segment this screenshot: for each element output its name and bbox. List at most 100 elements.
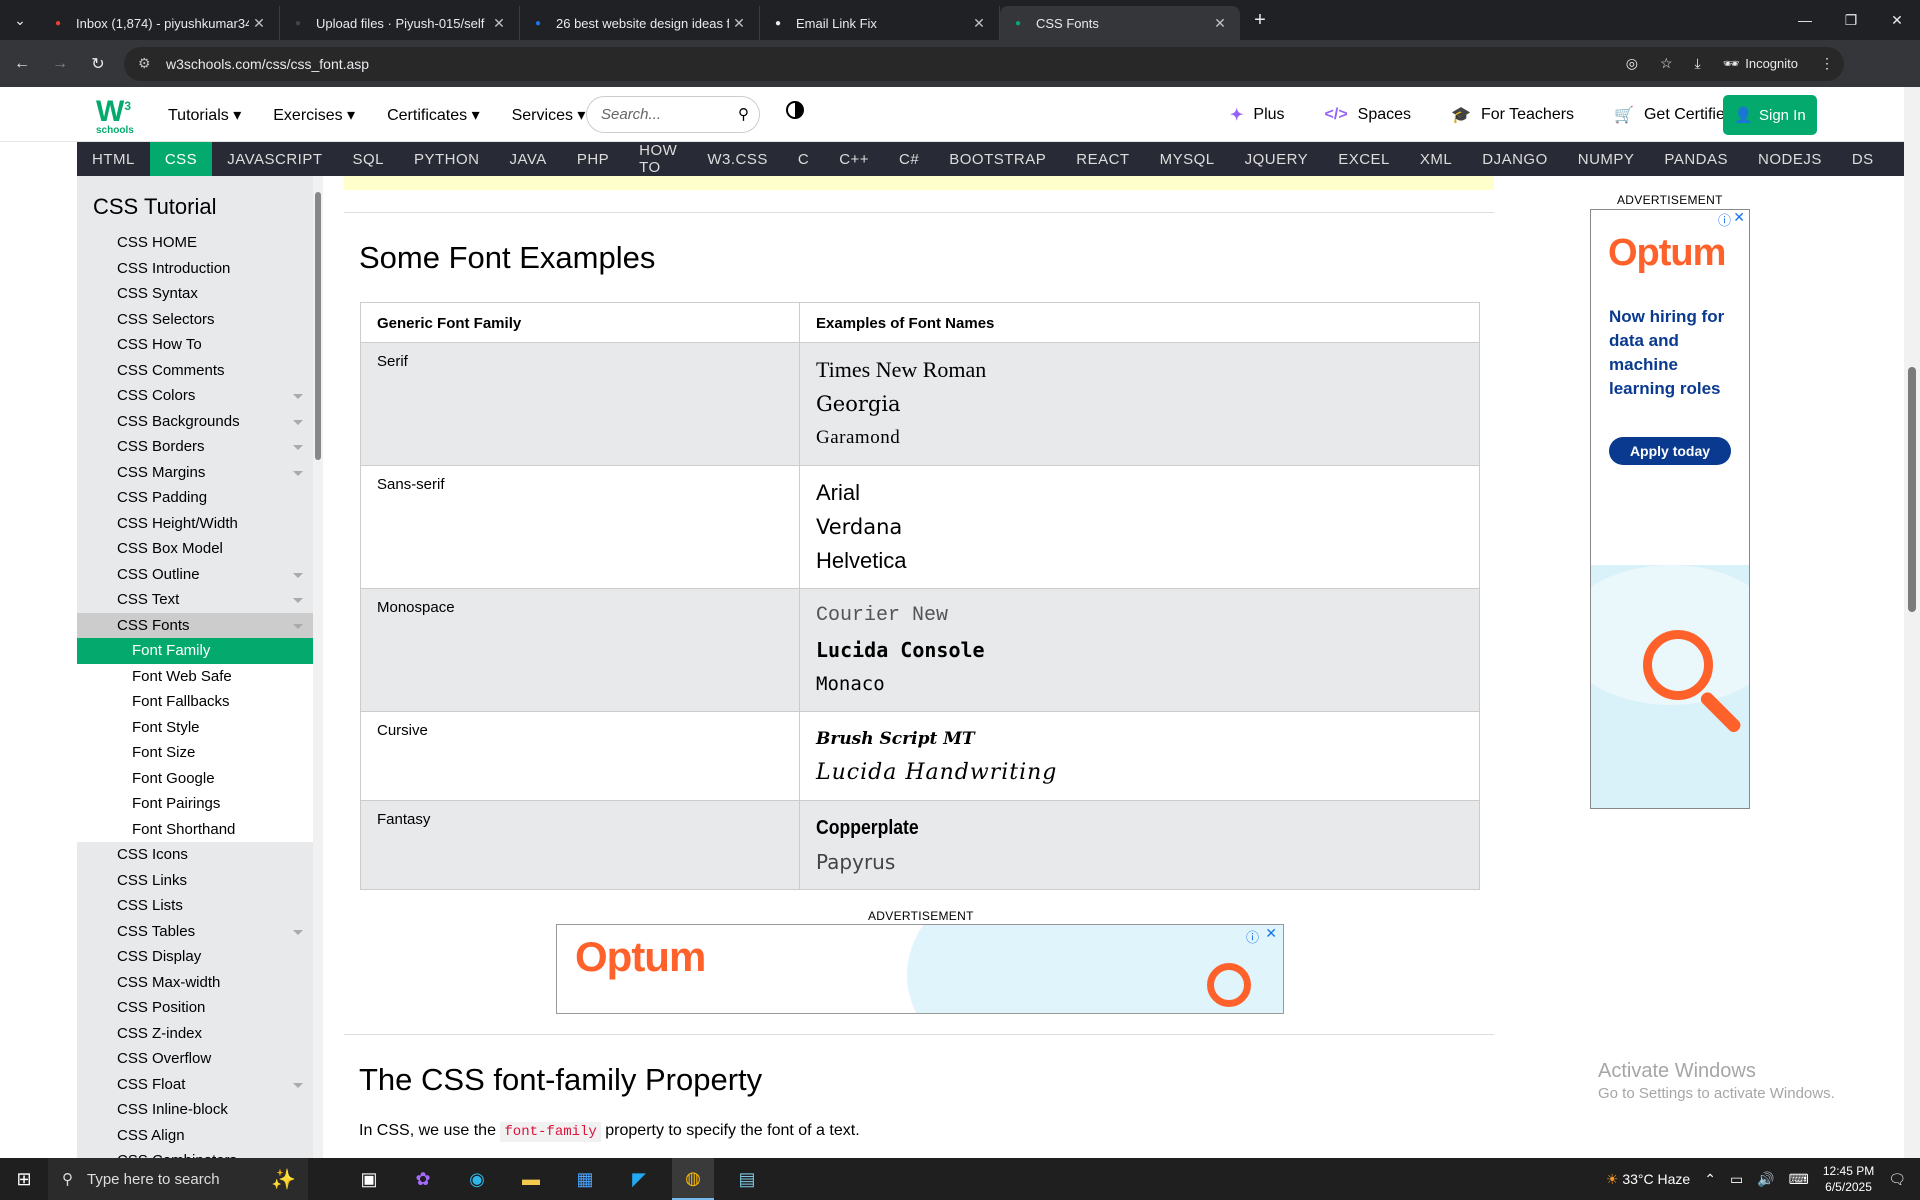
sidebar-item-css-max-width[interactable]: CSS Max-width: [77, 970, 313, 996]
expand-caret-icon[interactable]: [293, 623, 303, 629]
ad-info-icon[interactable]: ⓘ: [1246, 927, 1259, 946]
topic-jquery[interactable]: JQUERY: [1230, 142, 1324, 176]
sidebar-item-css-height-width[interactable]: CSS Height/Width: [77, 511, 313, 537]
w3schools-logo[interactable]: W3 schools: [96, 91, 136, 137]
sidebar-item-font-style[interactable]: Font Style: [77, 714, 313, 740]
topic-django[interactable]: DJANGO: [1467, 142, 1563, 176]
sidebar-item-css-z-index[interactable]: CSS Z-index: [77, 1021, 313, 1047]
topic-c-[interactable]: C#: [884, 142, 934, 176]
ad-close-icon[interactable]: ✕: [1265, 925, 1277, 942]
apply-today-button[interactable]: Apply today: [1609, 437, 1731, 465]
taskbar-search-input[interactable]: ⚲ Type here to search ✨: [48, 1158, 308, 1200]
menu-for-teachers[interactable]: 🎓 For Teachers: [1451, 105, 1574, 125]
tab-search-chevron-icon[interactable]: ⌄: [0, 0, 40, 40]
volume-icon[interactable]: 🔊: [1757, 1171, 1774, 1188]
sidebar-item-css-float[interactable]: CSS Float: [77, 1072, 313, 1098]
search-icon[interactable]: ⚲: [738, 105, 749, 123]
expand-caret-icon[interactable]: [293, 419, 303, 425]
topic-ds[interactable]: DS: [1837, 142, 1889, 176]
expand-caret-icon[interactable]: [293, 394, 303, 399]
sidebar-item-css-tables[interactable]: CSS Tables: [77, 919, 313, 945]
topic-php[interactable]: PHP: [562, 142, 624, 176]
sidebar-item-css-position[interactable]: CSS Position: [77, 995, 313, 1021]
topic-html[interactable]: HTML: [77, 142, 150, 176]
download-icon[interactable]: ⤓: [1695, 55, 1701, 72]
sidebar-item-css-comments[interactable]: CSS Comments: [77, 358, 313, 384]
topic-c[interactable]: C: [783, 142, 824, 176]
menu-tutorials[interactable]: Tutorials ▾: [168, 105, 241, 125]
sign-in-button[interactable]: 👤 Sign In: [1723, 95, 1817, 135]
menu-certificates[interactable]: Certificates ▾: [387, 105, 480, 125]
close-window-icon[interactable]: ✕: [1874, 0, 1920, 40]
sidebar-item-font-pairings[interactable]: Font Pairings: [77, 791, 313, 817]
sidebar-item-css-backgrounds[interactable]: CSS Backgrounds: [77, 409, 313, 435]
edge-icon[interactable]: ◉: [456, 1158, 498, 1200]
topic-javascript[interactable]: JAVASCRIPT: [212, 142, 337, 176]
topic-nodejs[interactable]: NODEJS: [1743, 142, 1837, 176]
bookmark-star-icon[interactable]: ☆: [1660, 55, 1673, 72]
menu-plus[interactable]: ✦ Plus: [1230, 105, 1285, 125]
close-tab-icon[interactable]: ✕: [729, 15, 749, 32]
network-icon[interactable]: ▭: [1730, 1171, 1743, 1188]
topic-mysql[interactable]: MYSQL: [1145, 142, 1230, 176]
notepad-icon[interactable]: ▤: [726, 1158, 768, 1200]
menu-get-certified[interactable]: 🛒 Get Certified: [1614, 105, 1734, 125]
topic-css[interactable]: CSS: [149, 142, 213, 176]
sidebar-item-font-shorthand[interactable]: Font Shorthand: [77, 816, 313, 842]
site-info-icon[interactable]: ⚙: [138, 55, 154, 72]
topic-python[interactable]: PYTHON: [399, 142, 495, 176]
sidebar-item-css-links[interactable]: CSS Links: [77, 868, 313, 894]
topic-xml[interactable]: XML: [1405, 142, 1467, 176]
new-tab-button[interactable]: +: [1240, 0, 1280, 40]
back-icon[interactable]: ←: [6, 48, 38, 80]
clock[interactable]: 12:45 PM 6/5/2025: [1823, 1163, 1874, 1195]
restore-icon[interactable]: ❐: [1828, 0, 1874, 40]
topic-bootstrap[interactable]: BOOTSTRAP: [934, 142, 1061, 176]
sidebar-item-css-align[interactable]: CSS Align: [77, 1123, 313, 1149]
incognito-indicator[interactable]: 🕶 Incognito: [1723, 56, 1798, 72]
windows-start-icon[interactable]: ⊞: [0, 1158, 48, 1200]
menu-exercises[interactable]: Exercises ▾: [273, 105, 355, 125]
weather-widget[interactable]: ☀ 33°C Haze: [1606, 1171, 1690, 1188]
reload-icon[interactable]: ↻: [82, 48, 114, 80]
sidebar-item-css-outline[interactable]: CSS Outline: [77, 562, 313, 588]
file-explorer-icon[interactable]: ▬: [510, 1158, 552, 1200]
vscode-icon[interactable]: ◤: [618, 1158, 660, 1200]
topic-w3-css[interactable]: W3.CSS: [692, 142, 783, 176]
side-ad[interactable]: ⓘ ✕ Optum Now hiring for data and machin…: [1590, 209, 1750, 809]
sidebar-item-css-margins[interactable]: CSS Margins: [77, 460, 313, 486]
topic-excel[interactable]: EXCEL: [1323, 142, 1405, 176]
close-tab-icon[interactable]: ✕: [249, 15, 269, 32]
sidebar-item-font-google[interactable]: Font Google: [77, 765, 313, 791]
sidebar-item-css-text[interactable]: CSS Text: [77, 587, 313, 613]
address-bar[interactable]: ⚙ w3schools.com/css/css_font.asp ◎ ☆ ⤓ 🕶…: [124, 46, 1844, 81]
browser-tab[interactable]: ● CSS Fonts ✕: [1000, 6, 1240, 40]
banner-ad[interactable]: Optum ⓘ ✕: [556, 924, 1284, 1014]
expand-caret-icon[interactable]: [293, 445, 303, 450]
menu-spaces[interactable]: </> Spaces: [1325, 105, 1412, 125]
expand-caret-icon[interactable]: [293, 572, 303, 578]
topic-how-to[interactable]: HOW TO: [624, 142, 692, 176]
sidebar-item-css-colors[interactable]: CSS Colors: [77, 383, 313, 409]
browser-tab[interactable]: ● 26 best website design ideas fo ✕: [520, 6, 760, 40]
task-view-icon[interactable]: ▣: [348, 1158, 390, 1200]
sidebar-item-css-overflow[interactable]: CSS Overflow: [77, 1046, 313, 1072]
minimize-icon[interactable]: —: [1782, 0, 1828, 40]
sidebar-item-css-inline-block[interactable]: CSS Inline-block: [77, 1097, 313, 1123]
sidebar-scrollbar[interactable]: [313, 176, 323, 1158]
sidebar-item-css-fonts[interactable]: CSS Fonts: [77, 612, 313, 638]
topic-c-[interactable]: C++: [824, 142, 884, 176]
sidebar-scroll-thumb[interactable]: [315, 192, 321, 460]
expand-caret-icon[interactable]: [293, 470, 303, 476]
sidebar-item-font-size[interactable]: Font Size: [77, 740, 313, 766]
topic-sql[interactable]: SQL: [337, 142, 399, 176]
topic-numpy[interactable]: NUMPY: [1563, 142, 1650, 176]
close-tab-icon[interactable]: ✕: [1210, 15, 1230, 32]
browser-tab[interactable]: ● Inbox (1,874) - piyushkumar346 ✕: [40, 6, 280, 40]
topic-react[interactable]: REACT: [1061, 142, 1144, 176]
sidebar-item-css-borders[interactable]: CSS Borders: [77, 434, 313, 460]
sidebar-item-css-syntax[interactable]: CSS Syntax: [77, 281, 313, 307]
close-tab-icon[interactable]: ✕: [969, 15, 989, 32]
sidebar-item-css-home[interactable]: CSS HOME: [77, 230, 313, 256]
sidebar-item-font-fallbacks[interactable]: Font Fallbacks: [77, 689, 313, 715]
